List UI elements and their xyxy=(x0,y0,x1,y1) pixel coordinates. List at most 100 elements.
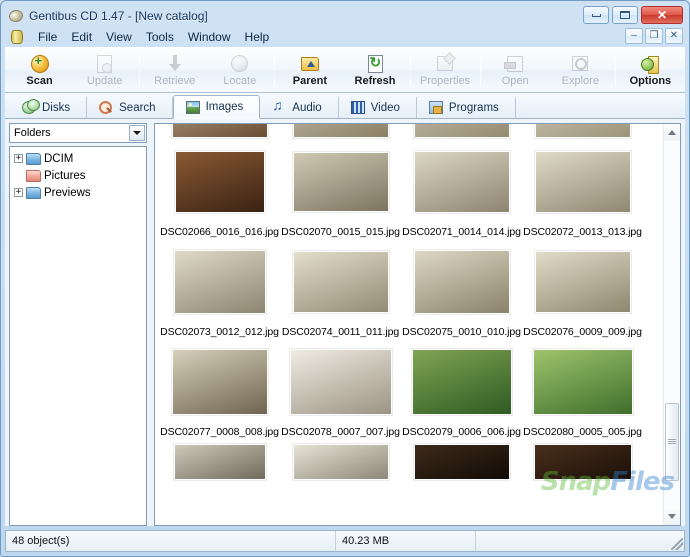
tab-video[interactable]: Video xyxy=(339,97,417,118)
tab-programs[interactable]: Programs xyxy=(417,97,516,118)
thumbnail-scroll-area[interactable]: DSC02066_0016_016.jpg DSC02070_0015_015.j… xyxy=(155,124,663,525)
thumbnail-item[interactable] xyxy=(159,124,280,138)
toolbar-button-scan[interactable]: Scan xyxy=(7,48,72,92)
scrollbar-track[interactable] xyxy=(664,141,680,508)
thumbnail-image[interactable] xyxy=(413,444,510,480)
menu-item-edit[interactable]: Edit xyxy=(64,28,99,46)
mdi-minimize-button[interactable]: – xyxy=(625,28,643,44)
thumbnail-item[interactable]: DSC02080_0005_005.jpg xyxy=(522,344,643,438)
thumbnail-image[interactable] xyxy=(173,250,266,314)
close-button[interactable]: ✕ xyxy=(641,6,683,24)
thumbnail-image[interactable] xyxy=(289,349,392,415)
scroll-thumb-grip xyxy=(668,439,676,445)
thumbnail-image[interactable] xyxy=(292,251,389,313)
tab-disks[interactable]: Disks xyxy=(9,97,88,118)
thumbnail-item[interactable]: DSC02078_0007_007.jpg xyxy=(280,344,401,438)
folder-icon xyxy=(26,152,41,165)
thumbnail-item[interactable]: DSC02075_0010_010.jpg xyxy=(401,244,522,338)
tab-audio[interactable]: Audio xyxy=(260,97,339,118)
cd-disc-icon xyxy=(7,8,25,24)
catalog-icon xyxy=(9,29,25,45)
thumbnail-image[interactable] xyxy=(413,124,510,138)
thumbnail-item[interactable]: DSC02070_0015_015.jpg xyxy=(280,144,401,238)
thumbnail-item[interactable]: DSC02084_0001_001.jpg xyxy=(522,444,643,480)
thumbnail-filename: DSC02078_0007_007.jpg xyxy=(281,426,400,438)
thumbnail-image[interactable] xyxy=(532,349,633,415)
vertical-scrollbar[interactable] xyxy=(663,124,680,525)
toolbar-button-options[interactable]: Options xyxy=(618,48,683,92)
tree-item-previews[interactable]: + Previews xyxy=(12,184,144,201)
thumbnail-image[interactable] xyxy=(292,152,389,212)
thumbnail-item[interactable]: DSC02074_0011_011.jpg xyxy=(280,244,401,338)
toolbar-button-refresh[interactable]: Refresh xyxy=(342,48,407,92)
thumbnail-item[interactable]: DSC02076_0009_009.jpg xyxy=(522,244,643,338)
thumbnail-image[interactable] xyxy=(534,251,631,313)
thumbnail-image[interactable] xyxy=(534,151,631,213)
tab-label-disks: Disks xyxy=(42,101,71,114)
menu-item-window[interactable]: Window xyxy=(181,28,238,46)
thumbnail-image[interactable] xyxy=(174,151,265,213)
thumbnail-item[interactable] xyxy=(280,124,401,138)
thumbnail-item[interactable] xyxy=(522,124,643,138)
thumbnail-item[interactable]: DSC02081_0004_004.jpg xyxy=(159,444,280,480)
thumbnail-item[interactable]: DSC02071_0014_014.jpg xyxy=(401,144,522,238)
thumbnail-image[interactable] xyxy=(173,444,266,480)
scrollbar-thumb[interactable] xyxy=(665,403,679,481)
menu-item-view[interactable]: View xyxy=(99,28,139,46)
toolbar-button-locate[interactable]: Locate xyxy=(207,48,272,92)
toolbar-label-parent: Parent xyxy=(292,74,328,87)
thumbnail-image-box xyxy=(401,344,522,420)
toolbar-button-open[interactable]: Open xyxy=(483,48,548,92)
tree-item-pictures[interactable]: Pictures xyxy=(12,167,144,184)
thumbnail-item[interactable]: DSC02073_0012_012.jpg xyxy=(159,244,280,338)
thumbnail-image[interactable] xyxy=(171,349,268,415)
toolbar-button-properties[interactable]: Properties xyxy=(413,48,478,92)
toolbar-button-parent[interactable]: Parent xyxy=(277,48,342,92)
chevron-down-icon[interactable] xyxy=(129,125,145,141)
thumbnail-item[interactable] xyxy=(401,124,522,138)
thumbnail-image[interactable] xyxy=(292,444,389,480)
menu-item-file[interactable]: File xyxy=(31,28,64,46)
thumbnail-item[interactable]: DSC02072_0013_013.jpg xyxy=(522,144,643,238)
scan-icon xyxy=(30,53,50,74)
mdi-restore-button[interactable]: ❐ xyxy=(645,28,663,44)
thumbnail-image[interactable] xyxy=(533,444,632,480)
maximize-button[interactable] xyxy=(612,6,638,24)
thumbnail-image[interactable] xyxy=(292,124,389,138)
tab-search[interactable]: Search xyxy=(87,97,173,118)
tab-images[interactable]: Images xyxy=(172,95,261,119)
folder-tree[interactable]: + DCIM Pictures + Previews xyxy=(9,146,147,526)
menu-item-tools[interactable]: Tools xyxy=(139,28,181,46)
thumbnail-item[interactable]: DSC02077_0008_008.jpg xyxy=(159,344,280,438)
thumbnail-item[interactable]: DSC02083_0002_002.jpg xyxy=(401,444,522,480)
thumbnail-row: DSC02081_0004_004.jpgDSC02082_0003_003.j… xyxy=(159,444,659,480)
scroll-up-arrow-icon[interactable] xyxy=(664,124,680,141)
thumbnail-image[interactable] xyxy=(171,124,268,138)
tree-item-dcim[interactable]: + DCIM xyxy=(12,150,144,167)
thumbnail-item[interactable]: DSC02079_0006_006.jpg xyxy=(401,344,522,438)
toolbar-label-refresh: Refresh xyxy=(354,74,396,87)
thumbnail-item[interactable]: DSC02082_0003_003.jpg xyxy=(280,444,401,480)
expander-icon[interactable]: + xyxy=(14,154,23,163)
toolbar-button-update[interactable]: Update xyxy=(72,48,137,92)
thumbnail-image[interactable] xyxy=(411,349,512,415)
scroll-down-arrow-icon[interactable] xyxy=(664,508,680,525)
expander-icon[interactable]: + xyxy=(14,188,23,197)
menu-item-help[interactable]: Help xyxy=(238,28,277,46)
minimize-button[interactable] xyxy=(583,6,609,24)
thumbnail-image[interactable] xyxy=(413,250,510,314)
thumbnail-image-box xyxy=(159,244,280,320)
status-bar: 48 object(s) 40.23 MB xyxy=(5,530,685,552)
toolbar-button-retrieve[interactable]: Retrieve xyxy=(142,48,207,92)
folder-icon xyxy=(26,169,41,182)
mdi-close-button[interactable]: ✕ xyxy=(665,28,683,44)
toolbar-button-explore[interactable]: Explore xyxy=(548,48,613,92)
locate-icon xyxy=(230,54,250,74)
thumbnail-image[interactable] xyxy=(413,151,510,213)
resize-grip-icon[interactable] xyxy=(671,538,683,550)
folder-view-select[interactable]: Folders xyxy=(9,123,147,143)
thumbnail-image[interactable] xyxy=(534,124,631,138)
thumbnail-filename: DSC02072_0013_013.jpg xyxy=(523,226,642,238)
thumbnail-filename: DSC02079_0006_006.jpg xyxy=(402,426,521,438)
thumbnail-item[interactable]: DSC02066_0016_016.jpg xyxy=(159,144,280,238)
